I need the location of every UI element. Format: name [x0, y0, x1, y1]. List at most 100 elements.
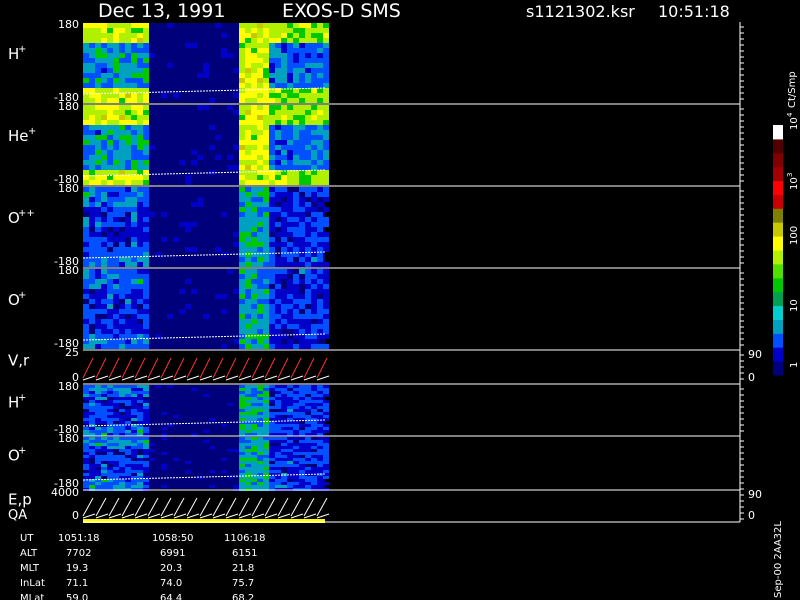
heatmap-cell — [275, 269, 281, 274]
heatmap-cell — [251, 388, 257, 391]
heatmap-cell — [263, 344, 269, 349]
heatmap-cell — [311, 197, 317, 202]
heatmap-cell — [95, 458, 101, 461]
heatmap-cell — [107, 309, 113, 314]
heatmap-cell — [305, 482, 311, 485]
heatmap-cell — [143, 197, 149, 202]
heatmap-cell — [89, 279, 95, 284]
heatmap-cell — [107, 284, 113, 289]
heatmap-cell — [119, 33, 125, 38]
heatmap-cell — [137, 247, 143, 252]
heatmap-cell — [83, 150, 89, 155]
heatmap-cell — [125, 446, 131, 449]
heatmap-cell — [131, 247, 137, 252]
heatmap-cell — [107, 145, 113, 150]
heatmap-cell — [95, 217, 101, 222]
heatmap-cell — [107, 140, 113, 145]
colorbar-step — [773, 333, 783, 348]
heatmap-cell — [239, 212, 245, 217]
heatmap-cell — [83, 279, 89, 284]
heatmap-cell — [269, 455, 275, 458]
heatmap-cell — [107, 440, 113, 443]
heatmap-cell — [131, 394, 137, 397]
heatmap-cell — [119, 449, 125, 452]
heatmap-cell — [257, 334, 263, 339]
heatmap-cell — [263, 242, 269, 247]
heatmap-cell — [95, 427, 101, 430]
heatmap-cell — [83, 247, 89, 252]
heatmap-cell — [323, 192, 329, 197]
heatmap-cell — [305, 440, 311, 443]
heatmap-cell — [245, 227, 251, 232]
heatmap-cell — [293, 217, 299, 222]
heatmap-cell — [257, 461, 263, 464]
heatmap-cell — [293, 324, 299, 329]
heatmap-cell — [299, 212, 305, 217]
heatmap-cell — [95, 237, 101, 242]
heatmap-cell — [257, 175, 263, 180]
heatmap-cell — [287, 202, 293, 207]
heatmap-cell — [251, 93, 257, 98]
heatmap-cell — [305, 160, 311, 165]
heatmap-cell — [257, 329, 263, 334]
heatmap-cell — [317, 120, 323, 125]
heatmap-cell — [137, 232, 143, 237]
heatmap-cell — [143, 299, 149, 304]
heatmap-cell — [131, 68, 137, 73]
heatmap-cell — [89, 130, 95, 135]
heatmap-cell — [143, 93, 149, 98]
heatmap-cell — [275, 344, 281, 349]
heatmap-cell — [83, 192, 89, 197]
heatmap-cell — [263, 252, 269, 257]
heatmap-cell — [275, 120, 281, 125]
heatmap-cell — [269, 207, 275, 212]
heatmap-cell — [299, 464, 305, 467]
heatmap-cell — [95, 38, 101, 43]
heatmap-cell — [293, 482, 299, 485]
heatmap-cell — [113, 237, 119, 242]
heatmap-cell — [281, 93, 287, 98]
heatmap-cell — [83, 329, 89, 334]
heatmap-cell — [113, 470, 119, 473]
heatmap-cell — [263, 145, 269, 150]
heatmap-cell — [257, 207, 263, 212]
heatmap-cell — [95, 304, 101, 309]
heatmap-cell — [239, 319, 245, 324]
heatmap-cell — [281, 440, 287, 443]
heatmap-cell — [203, 430, 209, 433]
heatmap-cell — [287, 452, 293, 455]
heatmap-cell — [317, 464, 323, 467]
heatmap-cell — [107, 43, 113, 48]
heatmap-cell — [119, 232, 125, 237]
heatmap-cell — [95, 105, 101, 110]
heatmap-cell — [263, 449, 269, 452]
heatmap-cell — [317, 385, 323, 388]
heatmap-cell — [203, 63, 209, 68]
heatmap-cell — [143, 207, 149, 212]
heatmap-cell — [311, 455, 317, 458]
heatmap-cell — [239, 247, 245, 252]
heatmap-cell — [251, 269, 257, 274]
heatmap-cell — [131, 430, 137, 433]
heatmap-cell — [191, 202, 197, 207]
heatmap-cell — [203, 314, 209, 319]
heatmap-cell — [101, 467, 107, 470]
heatmap-cell — [299, 314, 305, 319]
heatmap-cell — [125, 437, 131, 440]
heatmap-cell — [131, 262, 137, 267]
heatmap-cell — [95, 418, 101, 421]
heatmap-cell — [299, 388, 305, 391]
heatmap-cell — [317, 232, 323, 237]
heatmap-cell — [119, 43, 125, 48]
heatmap-cell — [95, 33, 101, 38]
heatmap-cell — [197, 155, 203, 160]
heatmap-cell — [119, 197, 125, 202]
heatmap-cell — [83, 98, 89, 103]
heatmap-cell — [287, 63, 293, 68]
heatmap-cell — [239, 470, 245, 473]
heatmap-cell — [269, 440, 275, 443]
heatmap-cell — [269, 33, 275, 38]
heatmap-cell — [131, 344, 137, 349]
heatmap-cell — [293, 38, 299, 43]
heatmap-cell — [143, 406, 149, 409]
